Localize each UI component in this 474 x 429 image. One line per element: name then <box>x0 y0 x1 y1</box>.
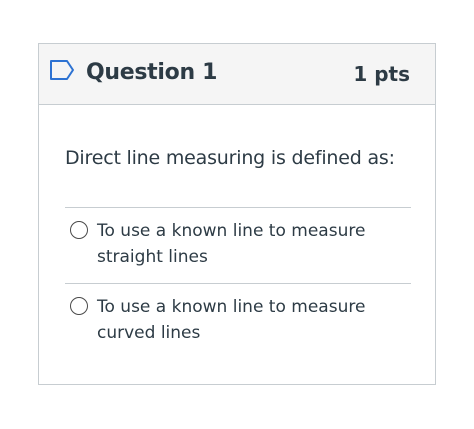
question-text: Direct line measuring is defined as: <box>65 147 395 169</box>
answer-divider <box>65 207 411 208</box>
radio-button-2[interactable] <box>70 297 88 315</box>
answer-label-2[interactable]: To use a known line to measure curved li… <box>97 294 397 346</box>
answer-label-1[interactable]: To use a known line to measure straight … <box>97 218 397 270</box>
radio-button-1[interactable] <box>70 221 88 239</box>
question-title: Question 1 <box>86 60 218 85</box>
answer-option-1[interactable]: To use a known line to measure straight … <box>70 218 410 270</box>
question-card: Question 1 1 pts Direct line measuring i… <box>38 43 436 385</box>
answer-divider <box>65 283 411 284</box>
question-header: Question 1 1 pts <box>39 44 435 105</box>
question-points: 1 pts <box>353 62 410 86</box>
flag-question-icon[interactable] <box>49 59 75 81</box>
answer-option-2[interactable]: To use a known line to measure curved li… <box>70 294 410 346</box>
